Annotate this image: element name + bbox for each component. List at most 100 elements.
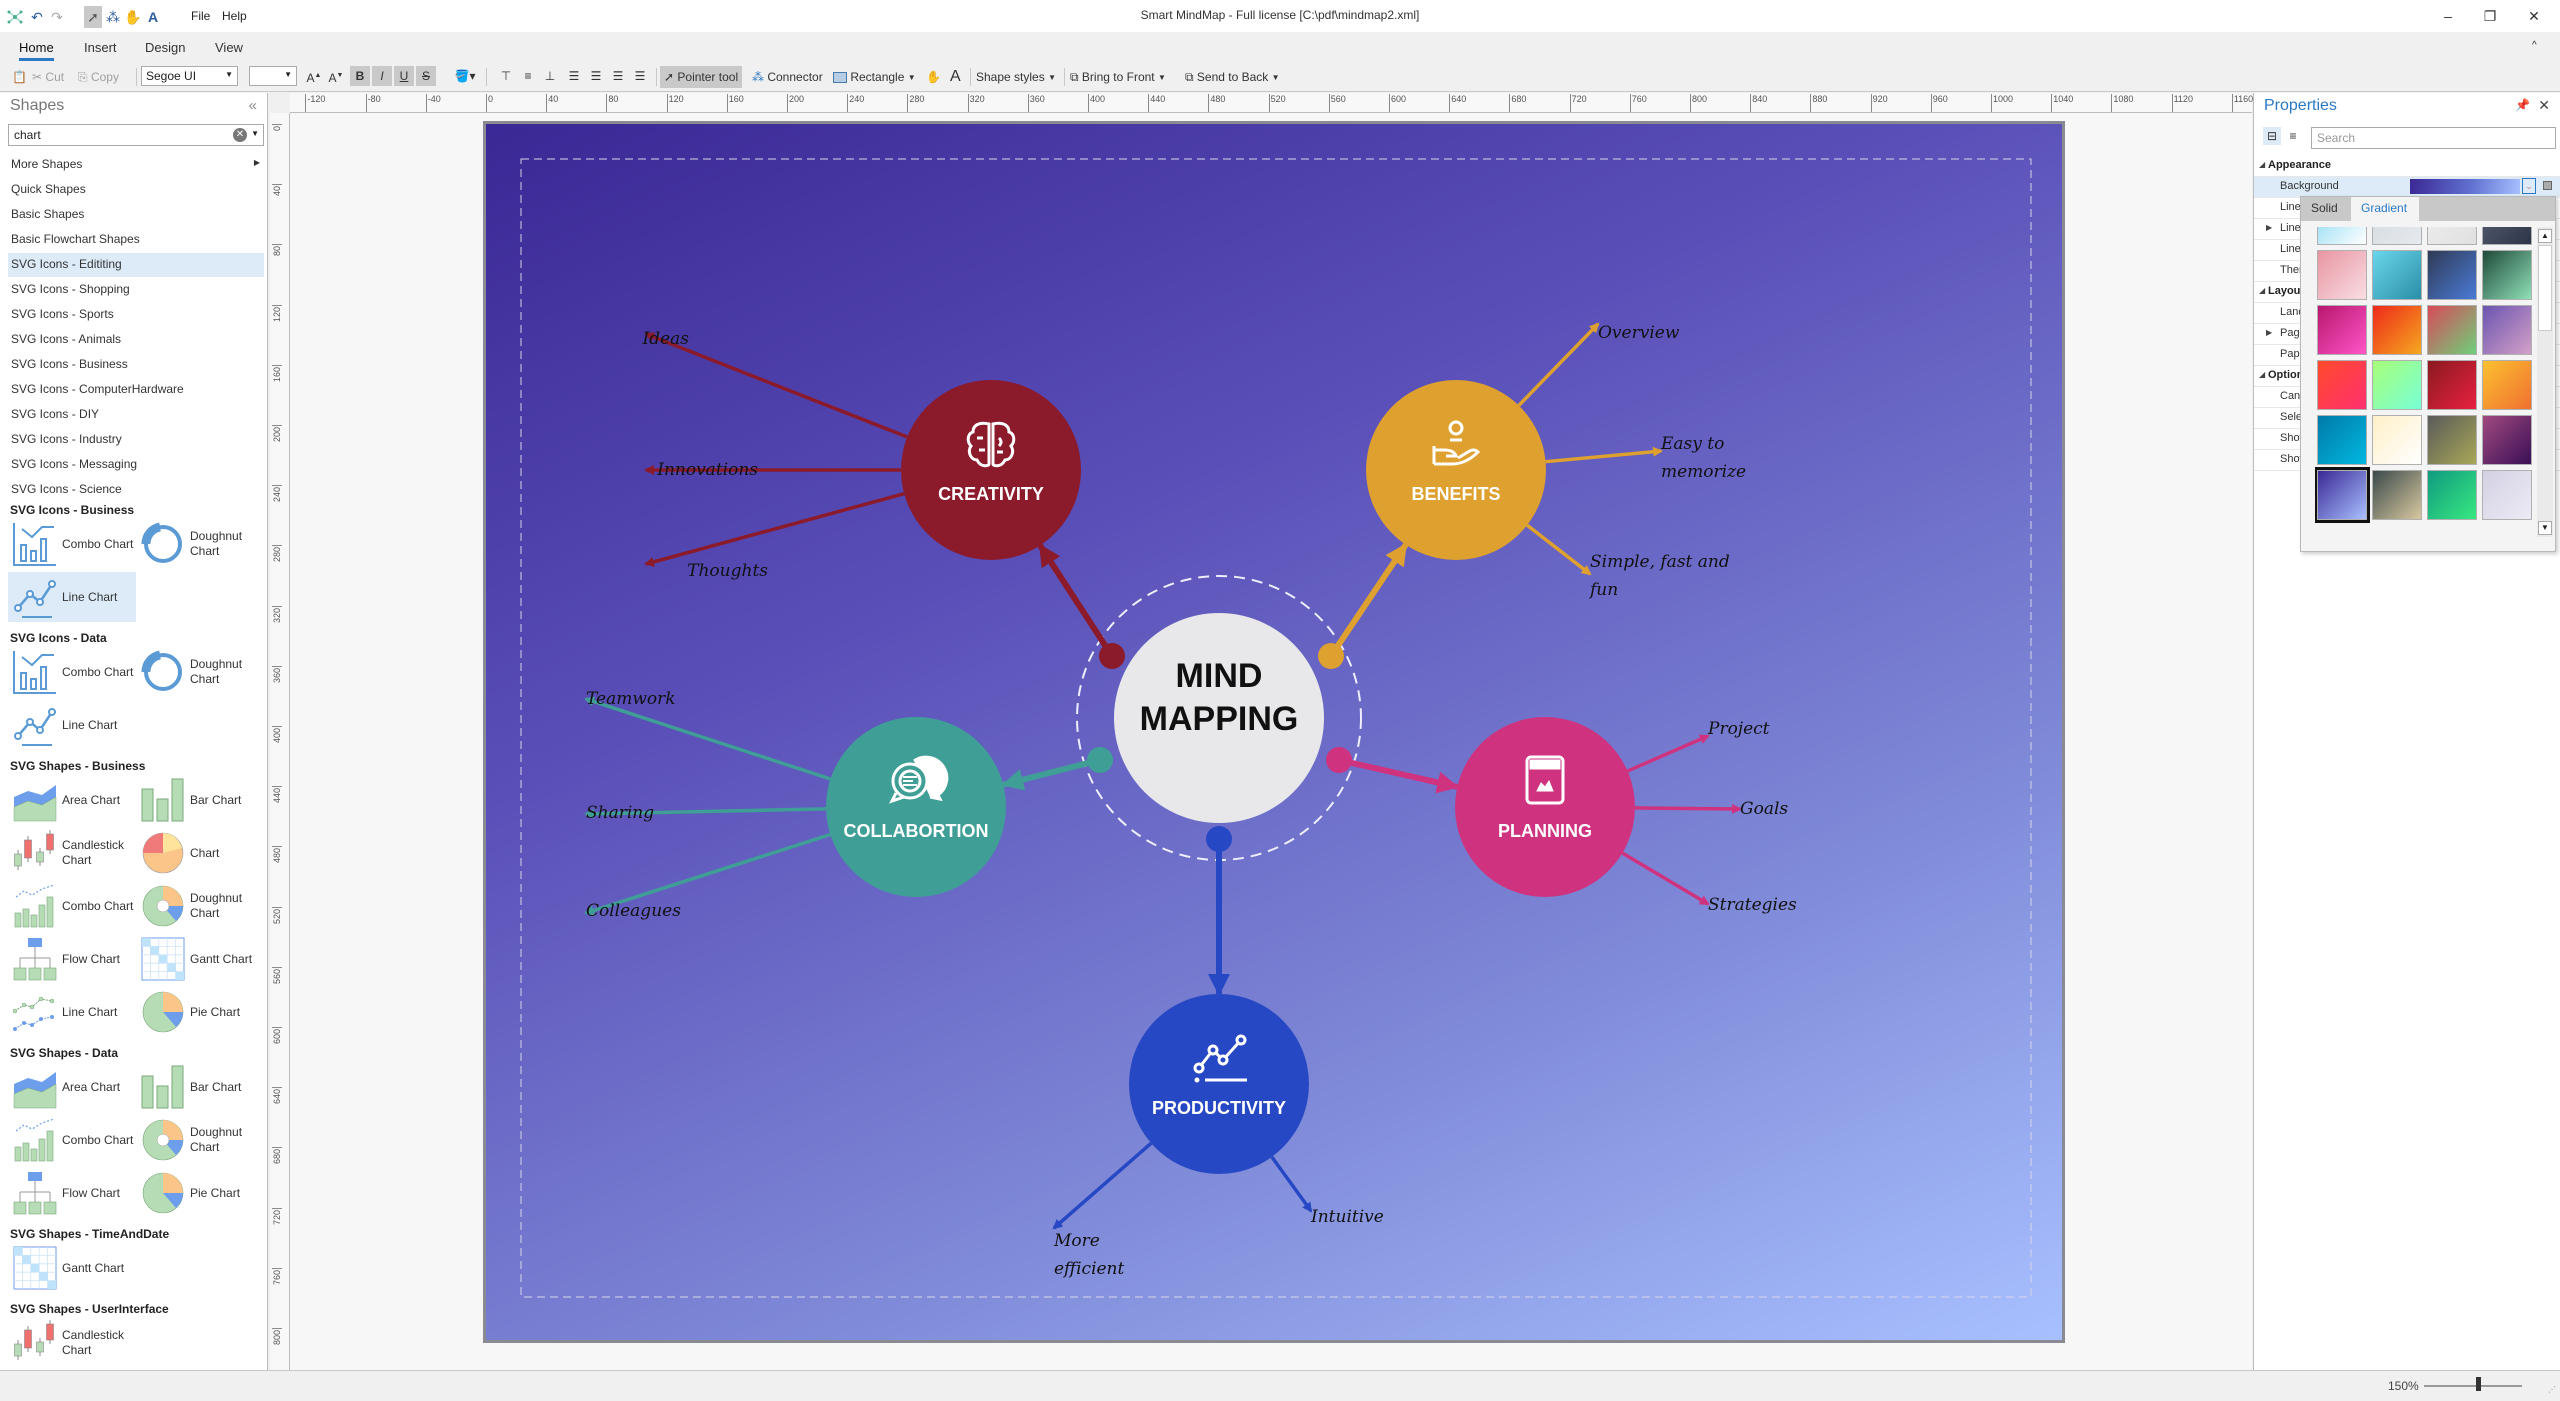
shape-item[interactable]: Gantt Chart (8, 1243, 136, 1293)
zoom-slider[interactable] (2424, 1385, 2522, 1387)
align-bottom-icon[interactable]: ⊥ (540, 66, 560, 86)
canvas-area[interactable]: Ideas Innovations Thoughts CREATIVITY Overvi… (290, 113, 2252, 1370)
bold-button[interactable]: B (350, 66, 370, 86)
background-gradient-value[interactable] (2410, 179, 2520, 194)
justify-icon[interactable]: ☰ (630, 66, 650, 86)
gradient-swatch[interactable] (2427, 305, 2477, 355)
connector-dot[interactable] (1206, 826, 1232, 852)
leaf-label[interactable]: Overview (1598, 323, 1680, 343)
categorized-view-icon[interactable]: ⊟ (2263, 127, 2281, 145)
gradient-swatch[interactable] (2372, 360, 2422, 410)
copy-button[interactable]: ⎘ Copy (78, 66, 119, 88)
shape-item[interactable]: Combo Chart (8, 881, 136, 931)
shape-item[interactable]: Chart (136, 828, 264, 878)
hand-tool-button[interactable]: ✋ (926, 66, 941, 88)
shape-item[interactable]: Flow Chart (8, 1168, 136, 1218)
font-family-select[interactable]: Segoe UI ▼ (141, 66, 238, 86)
shape-item[interactable]: Combo Chart (8, 647, 136, 697)
leaf-label[interactable]: Strategies (1708, 895, 1797, 915)
collapsed-triangle-icon[interactable]: ▶ (2266, 223, 2272, 232)
bring-to-front-button[interactable]: ⧉ Bring to Front ▼ (1070, 66, 1166, 88)
alphabetical-view-icon[interactable]: ≡ (2284, 127, 2302, 145)
leaf-connector[interactable] (1517, 322, 1600, 407)
category-item[interactable]: SVG Icons - DIY (8, 403, 264, 427)
gradient-swatch[interactable] (2427, 415, 2477, 465)
category-item[interactable]: Quick Shapes (8, 178, 264, 202)
gradient-swatch[interactable] (2317, 360, 2367, 410)
shape-item[interactable]: Doughnut Chart (136, 519, 264, 569)
connector-dot[interactable] (1087, 747, 1113, 773)
chevron-down-icon[interactable]: ⌄ (2522, 178, 2536, 194)
gradient-swatch[interactable] (2427, 227, 2477, 245)
node-productivity[interactable] (1129, 994, 1309, 1174)
diagram-page[interactable]: Ideas Innovations Thoughts CREATIVITY Overvi… (483, 121, 2065, 1343)
category-item[interactable]: SVG Icons - Industry (8, 428, 264, 452)
shape-item[interactable]: Line Chart (8, 572, 136, 622)
main-connector[interactable] (1328, 543, 1409, 658)
property-row[interactable]: Background ⌄ (2254, 177, 2560, 198)
node-planning[interactable] (1455, 717, 1635, 897)
node-collaboration[interactable] (826, 717, 1006, 897)
category-item[interactable]: Basic Shapes (8, 203, 264, 227)
gradient-swatch[interactable] (2427, 470, 2477, 520)
collapse-ribbon-icon[interactable]: ^ (2532, 40, 2537, 51)
restore-button[interactable]: ❐ (2470, 4, 2510, 28)
category-item[interactable]: SVG Icons - Animals (8, 328, 264, 352)
shape-item[interactable]: Combo Chart (8, 519, 136, 569)
connector-dot[interactable] (1326, 747, 1352, 773)
send-to-back-button[interactable]: ⧉ Send to Back ▼ (1185, 66, 1280, 88)
shape-item[interactable]: Combo Chart (8, 1115, 136, 1165)
leaf-label[interactable]: Goals (1740, 799, 1788, 819)
gradient-swatch[interactable] (2372, 250, 2422, 300)
gradient-swatch[interactable] (2482, 360, 2532, 410)
gradient-swatch[interactable] (2482, 415, 2532, 465)
shapes-search-input[interactable]: chart ✕ ▼ (8, 124, 264, 146)
leaf-connector[interactable] (1270, 1155, 1313, 1213)
tab-insert[interactable]: Insert (84, 40, 117, 55)
gradient-swatch[interactable] (2317, 250, 2367, 300)
gradient-swatch[interactable] (2482, 227, 2532, 245)
shape-item[interactable]: Candlestick Chart (8, 828, 136, 878)
category-item[interactable]: SVG Icons - Sports (8, 303, 264, 327)
chevron-down-icon[interactable]: ▼ (251, 129, 259, 138)
category-item[interactable]: SVG Icons - Messaging (8, 453, 264, 477)
property-category[interactable]: ◢ Appearance (2254, 156, 2560, 177)
grow-font-button[interactable]: A▲ (304, 66, 324, 86)
gradient-swatch[interactable] (2372, 470, 2422, 520)
gradient-swatch[interactable] (2317, 227, 2367, 245)
leaf-label[interactable]: Ideas (641, 329, 689, 349)
scroll-up-icon[interactable]: ▲ (2538, 229, 2552, 243)
category-item[interactable]: SVG Icons - Science (8, 478, 264, 502)
align-top-icon[interactable]: ⊤ (496, 66, 516, 86)
category-item[interactable]: SVG Icons - Edititing (8, 253, 264, 277)
leaf-label[interactable]: Innovations (656, 460, 758, 480)
leaf-label[interactable]: Easy to memorize (1660, 434, 1746, 482)
gradient-swatch[interactable] (2315, 467, 2370, 523)
gradient-swatch[interactable] (2482, 305, 2532, 355)
gradient-swatch[interactable] (2427, 360, 2477, 410)
leaf-connector[interactable] (644, 491, 905, 567)
zoom-slider-thumb[interactable] (2475, 1377, 2481, 1391)
align-middle-icon[interactable]: ≡ (518, 66, 538, 86)
leaf-connector[interactable] (584, 696, 832, 781)
tab-design[interactable]: Design (145, 40, 185, 55)
tab-solid[interactable]: Solid (2301, 197, 2351, 221)
shape-item[interactable]: Flow Chart (8, 934, 136, 984)
node-benefits[interactable] (1366, 380, 1546, 560)
gradient-swatch[interactable] (2372, 305, 2422, 355)
collapsed-triangle-icon[interactable]: ▶ (2266, 328, 2272, 337)
shape-item[interactable]: Line Chart (8, 987, 136, 1037)
shape-item[interactable]: Candlestick Chart (8, 1318, 136, 1368)
scroll-down-icon[interactable]: ▼ (2538, 521, 2552, 535)
leaf-label[interactable]: Project (1707, 719, 1770, 739)
align-left-icon[interactable]: ☰ (564, 66, 584, 86)
gradient-swatch[interactable] (2317, 305, 2367, 355)
gradient-swatch[interactable] (2482, 470, 2532, 520)
collapse-panel-icon[interactable]: « (249, 97, 257, 114)
category-item[interactable]: Basic Flowchart Shapes (8, 228, 264, 252)
tab-gradient[interactable]: Gradient (2351, 197, 2419, 221)
leaf-label[interactable]: Simple, fast and fun (1588, 552, 1730, 600)
pin-icon[interactable]: 📌 (2515, 98, 2530, 112)
scrollbar-thumb[interactable] (2538, 245, 2552, 331)
leaf-connector[interactable] (1052, 1141, 1153, 1230)
